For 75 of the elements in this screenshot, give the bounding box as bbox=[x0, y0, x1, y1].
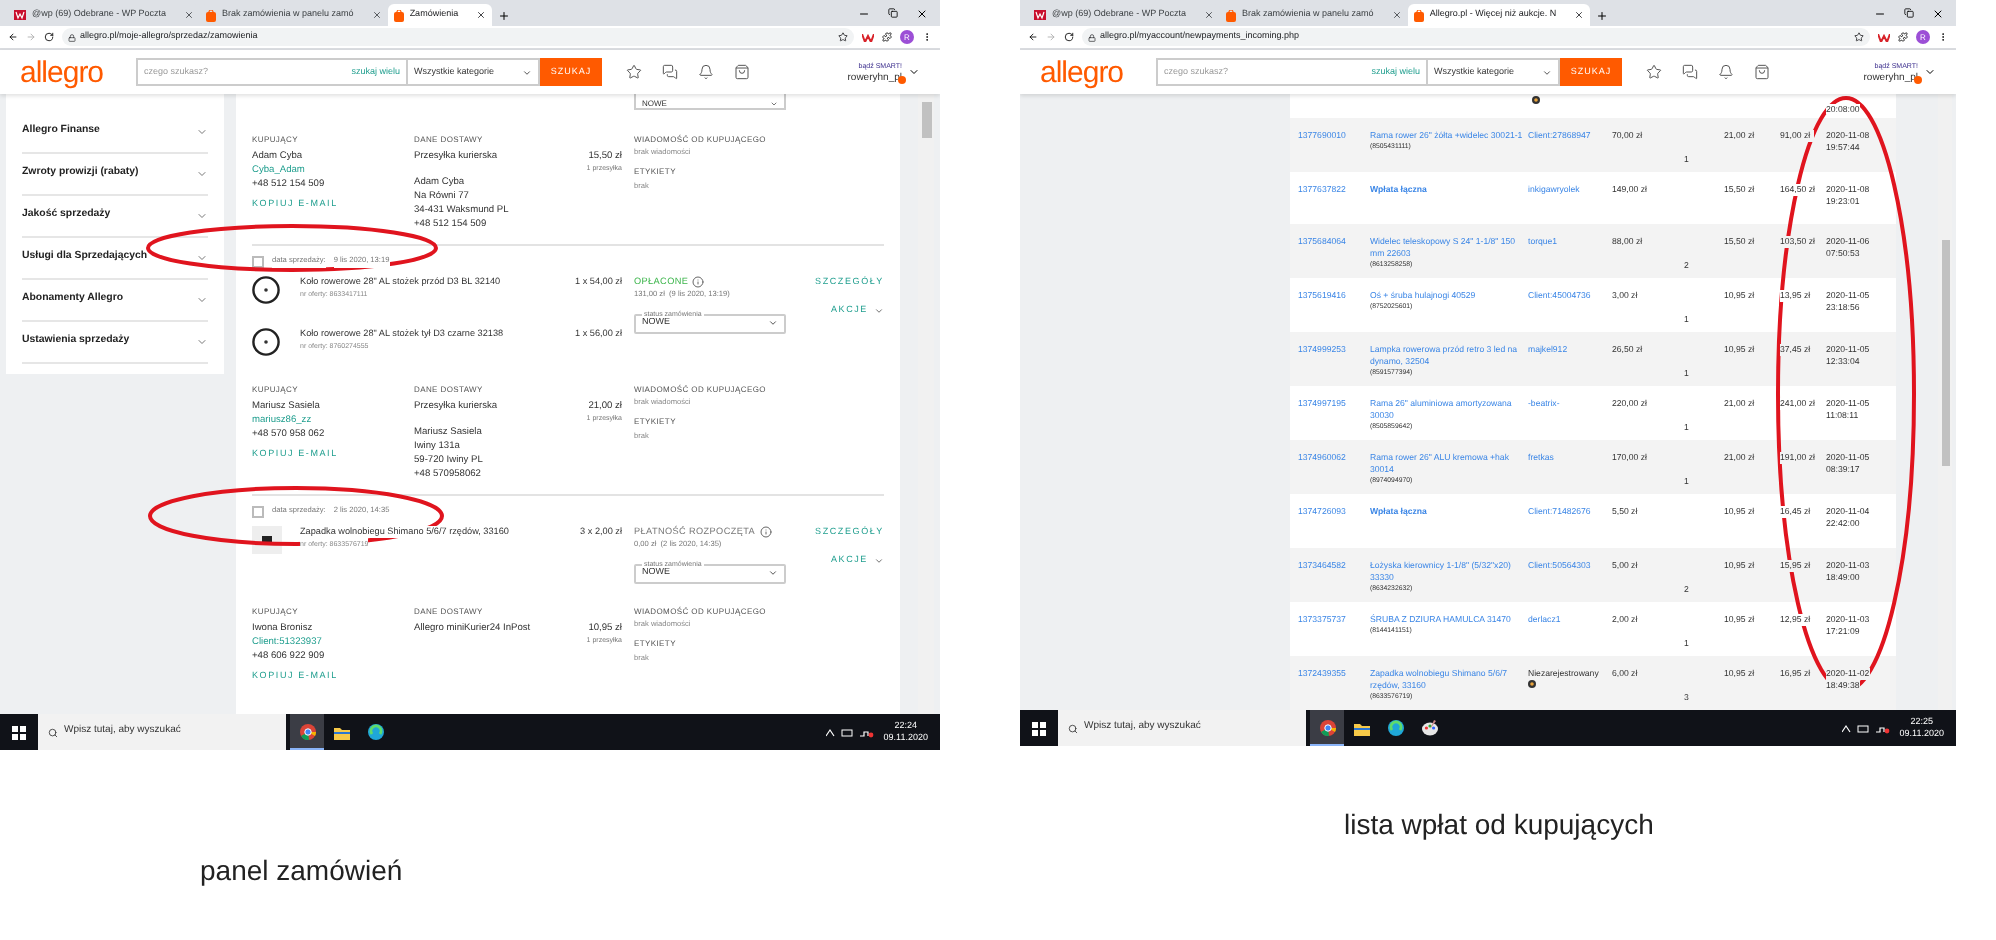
info-icon[interactable] bbox=[759, 526, 772, 539]
back-icon[interactable] bbox=[1028, 32, 1038, 42]
reload-icon[interactable] bbox=[1064, 32, 1074, 42]
taskbar-button[interactable] bbox=[290, 714, 324, 750]
bag-icon bbox=[206, 9, 217, 21]
chevron-icon bbox=[768, 318, 778, 329]
chevron-icon bbox=[196, 252, 208, 264]
puzzle-icon[interactable] bbox=[1898, 32, 1908, 42]
user-icon bbox=[1532, 96, 1540, 104]
chevron-icon bbox=[768, 568, 778, 579]
chevron-icon bbox=[196, 168, 208, 180]
chevron-icon bbox=[196, 210, 208, 222]
taskbar-button[interactable] bbox=[1310, 710, 1344, 746]
bag-icon bbox=[393, 9, 404, 21]
star-icon[interactable] bbox=[1646, 64, 1662, 80]
chevron-icon bbox=[1542, 67, 1552, 77]
caption: panel zamówień bbox=[200, 852, 405, 890]
folder-icon[interactable] bbox=[333, 725, 349, 739]
info-icon[interactable] bbox=[692, 276, 705, 289]
lock-icon bbox=[1088, 33, 1096, 41]
swirl-icon[interactable] bbox=[1387, 720, 1403, 736]
bookmark-icon[interactable] bbox=[838, 32, 848, 42]
palette-icon[interactable] bbox=[1421, 720, 1437, 736]
tray-icons[interactable] bbox=[825, 727, 874, 737]
mail-icon bbox=[1034, 10, 1046, 20]
chat-icon[interactable] bbox=[662, 64, 678, 80]
logo[interactable]: allegro bbox=[1040, 57, 1156, 87]
chevron-icon bbox=[196, 126, 208, 138]
minimize-icon[interactable] bbox=[858, 8, 870, 20]
reload-icon[interactable] bbox=[44, 32, 54, 42]
restore-icon[interactable] bbox=[1904, 8, 1914, 18]
chevron-icon[interactable] bbox=[1924, 66, 1936, 78]
new-tab-icon[interactable] bbox=[1596, 10, 1609, 22]
bell-icon[interactable] bbox=[1718, 64, 1734, 80]
lock-icon bbox=[68, 33, 76, 41]
user-icon bbox=[1528, 680, 1536, 689]
checkbox[interactable] bbox=[252, 506, 264, 518]
notification-badge bbox=[898, 76, 906, 84]
bag-icon bbox=[1413, 9, 1424, 21]
cart-icon[interactable] bbox=[1754, 64, 1770, 80]
folder-icon[interactable] bbox=[1353, 721, 1369, 735]
close-icon[interactable] bbox=[1932, 8, 1944, 20]
browser-icon[interactable] bbox=[1319, 719, 1335, 735]
search-icon bbox=[1068, 723, 1078, 733]
mail-icon bbox=[14, 10, 26, 20]
windows-icon[interactable] bbox=[1032, 721, 1046, 735]
checkbox[interactable] bbox=[252, 256, 264, 268]
chat-icon[interactable] bbox=[1682, 64, 1698, 80]
back-icon[interactable] bbox=[8, 32, 18, 42]
extension-icon[interactable] bbox=[862, 33, 874, 41]
chevron-icon bbox=[874, 305, 884, 316]
chevron-icon bbox=[522, 67, 532, 77]
bell-icon[interactable] bbox=[698, 64, 714, 80]
logo[interactable]: allegro bbox=[20, 57, 136, 87]
chevron-icon[interactable] bbox=[908, 66, 920, 78]
bookmark-icon[interactable] bbox=[1854, 32, 1864, 42]
puzzle-icon[interactable] bbox=[882, 32, 892, 42]
cart-icon[interactable] bbox=[734, 64, 750, 80]
chevron-icon bbox=[196, 294, 208, 306]
notification-badge bbox=[1914, 76, 1922, 84]
star-icon[interactable] bbox=[626, 64, 642, 80]
extension-icon[interactable] bbox=[1878, 33, 1890, 41]
tray-icons[interactable] bbox=[1841, 723, 1890, 733]
chevron-icon bbox=[196, 336, 208, 348]
browser-icon[interactable] bbox=[299, 723, 315, 739]
windows-icon[interactable] bbox=[12, 725, 26, 739]
swirl-icon[interactable] bbox=[367, 724, 383, 740]
caption: lista wpłat od kupujących bbox=[1344, 806, 1656, 844]
search-icon bbox=[48, 727, 58, 737]
restore-icon[interactable] bbox=[888, 8, 898, 18]
chevron-icon bbox=[874, 555, 884, 566]
bag-icon bbox=[1226, 9, 1237, 21]
minimize-icon[interactable] bbox=[1874, 8, 1886, 20]
close-icon[interactable] bbox=[916, 8, 928, 20]
new-tab-icon[interactable] bbox=[498, 10, 511, 22]
